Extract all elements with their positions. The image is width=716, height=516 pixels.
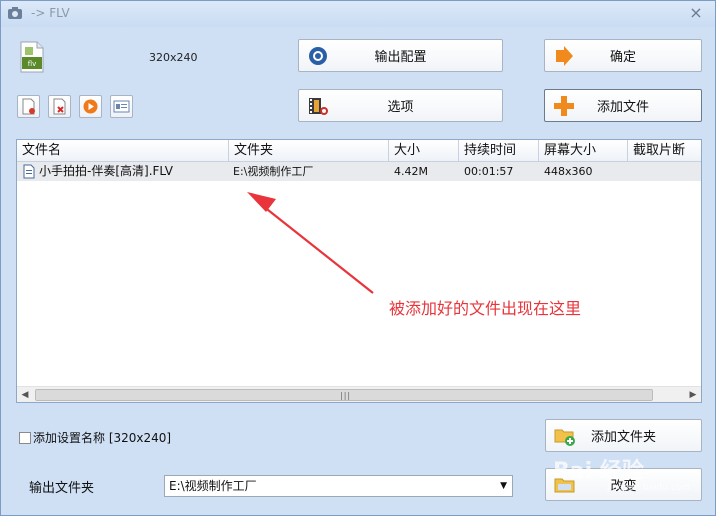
change-button[interactable]: 改变 — [545, 468, 702, 501]
annotation-text: 被添加好的文件出现在这里 — [389, 299, 582, 318]
output-config-label: 输出配置 — [374, 50, 427, 65]
add-profile-name-option[interactable]: 添加设置名称 [320x240] — [19, 429, 171, 446]
close-button[interactable]: × — [687, 4, 705, 22]
confirm-button[interactable]: 确定 — [544, 39, 702, 72]
cell-duration: 00:01:57 — [464, 165, 514, 178]
play-icon — [83, 99, 98, 114]
remove-icon — [53, 98, 66, 115]
confirm-arrow-icon — [556, 46, 573, 66]
flv-file-icon: flv — [20, 41, 44, 73]
change-label: 改变 — [610, 479, 637, 494]
cell-filename: 小手拍拍-伴奏[高清].FLV — [39, 164, 173, 178]
add-folder-button[interactable]: 添加文件夹 — [545, 419, 702, 452]
output-folder-value: E:\视频制作工厂 — [169, 479, 257, 493]
info-icon — [113, 100, 130, 113]
cell-size: 4.42M — [394, 165, 428, 178]
file-table[interactable]: 文件名 文件夹 大小 持续时间 屏幕大小 截取片断 小手拍拍-伴奏[高清].FL… — [16, 139, 702, 403]
profile-resolution: 320x240 — [149, 51, 198, 64]
column-header-clip[interactable]: 截取片断 — [628, 140, 701, 162]
window-title: -> FLV — [31, 6, 70, 20]
output-config-button[interactable]: 输出配置 — [298, 39, 503, 72]
plus-icon — [554, 96, 574, 116]
output-folder-label: 输出文件夹 — [29, 481, 95, 496]
svg-text:flv: flv — [28, 60, 37, 68]
output-folder-select[interactable]: E:\视频制作工厂 ▼ — [164, 475, 513, 497]
confirm-label: 确定 — [609, 50, 636, 65]
add-folder-label: 添加文件夹 — [590, 430, 656, 445]
film-scissors-icon — [309, 98, 328, 115]
table-row[interactable]: 小手拍拍-伴奏[高清].FLV E:\视频制作工厂 4.42M 00:01:57… — [17, 162, 701, 181]
media-info-button[interactable] — [110, 95, 133, 118]
play-button[interactable] — [79, 95, 102, 118]
title-bar: -> FLV × — [1, 1, 715, 27]
column-header-duration[interactable]: 持续时间 — [459, 140, 539, 162]
document-icon — [23, 164, 35, 179]
add-profile-name-label: 添加设置名称 [320x240] — [33, 431, 172, 445]
config-gear-icon — [309, 47, 327, 65]
remove-file-button[interactable] — [48, 95, 71, 118]
options-button[interactable]: 选项 — [298, 89, 503, 122]
add-file-label: 添加文件 — [596, 100, 649, 115]
add-file-button[interactable]: 添加文件 — [544, 89, 702, 122]
app-window: -> FLV × flv 320x240 输出配置 选项 确定 添加文件 文件名… — [0, 0, 716, 516]
add-file-icon — [22, 98, 35, 115]
table-header: 文件名 文件夹 大小 持续时间 屏幕大小 截取片断 — [17, 140, 701, 162]
cell-folder: E:\视频制作工厂 — [233, 165, 314, 178]
folder-plus-icon — [554, 429, 575, 446]
column-header-size[interactable]: 大小 — [389, 140, 459, 162]
scroll-right-icon[interactable]: ▶ — [685, 387, 701, 402]
folder-icon — [554, 478, 575, 493]
dropdown-caret-icon: ▼ — [500, 481, 507, 491]
add-file-small-button[interactable] — [17, 95, 40, 118]
cell-screen-size: 448x360 — [544, 165, 593, 178]
app-icon — [8, 7, 22, 19]
horizontal-scrollbar[interactable]: ◀ ||| ▶ — [17, 386, 701, 402]
cell-clip — [633, 162, 701, 181]
add-profile-name-checkbox[interactable] — [19, 431, 31, 444]
scroll-left-icon[interactable]: ◀ — [17, 387, 33, 402]
column-header-filename[interactable]: 文件名 — [17, 140, 229, 162]
column-header-screen-size[interactable]: 屏幕大小 — [539, 140, 628, 162]
scrollbar-thumb[interactable]: ||| — [35, 389, 653, 401]
column-header-folder[interactable]: 文件夹 — [229, 140, 389, 162]
options-label: 选项 — [387, 100, 414, 115]
scroll-grip: ||| — [340, 391, 352, 400]
